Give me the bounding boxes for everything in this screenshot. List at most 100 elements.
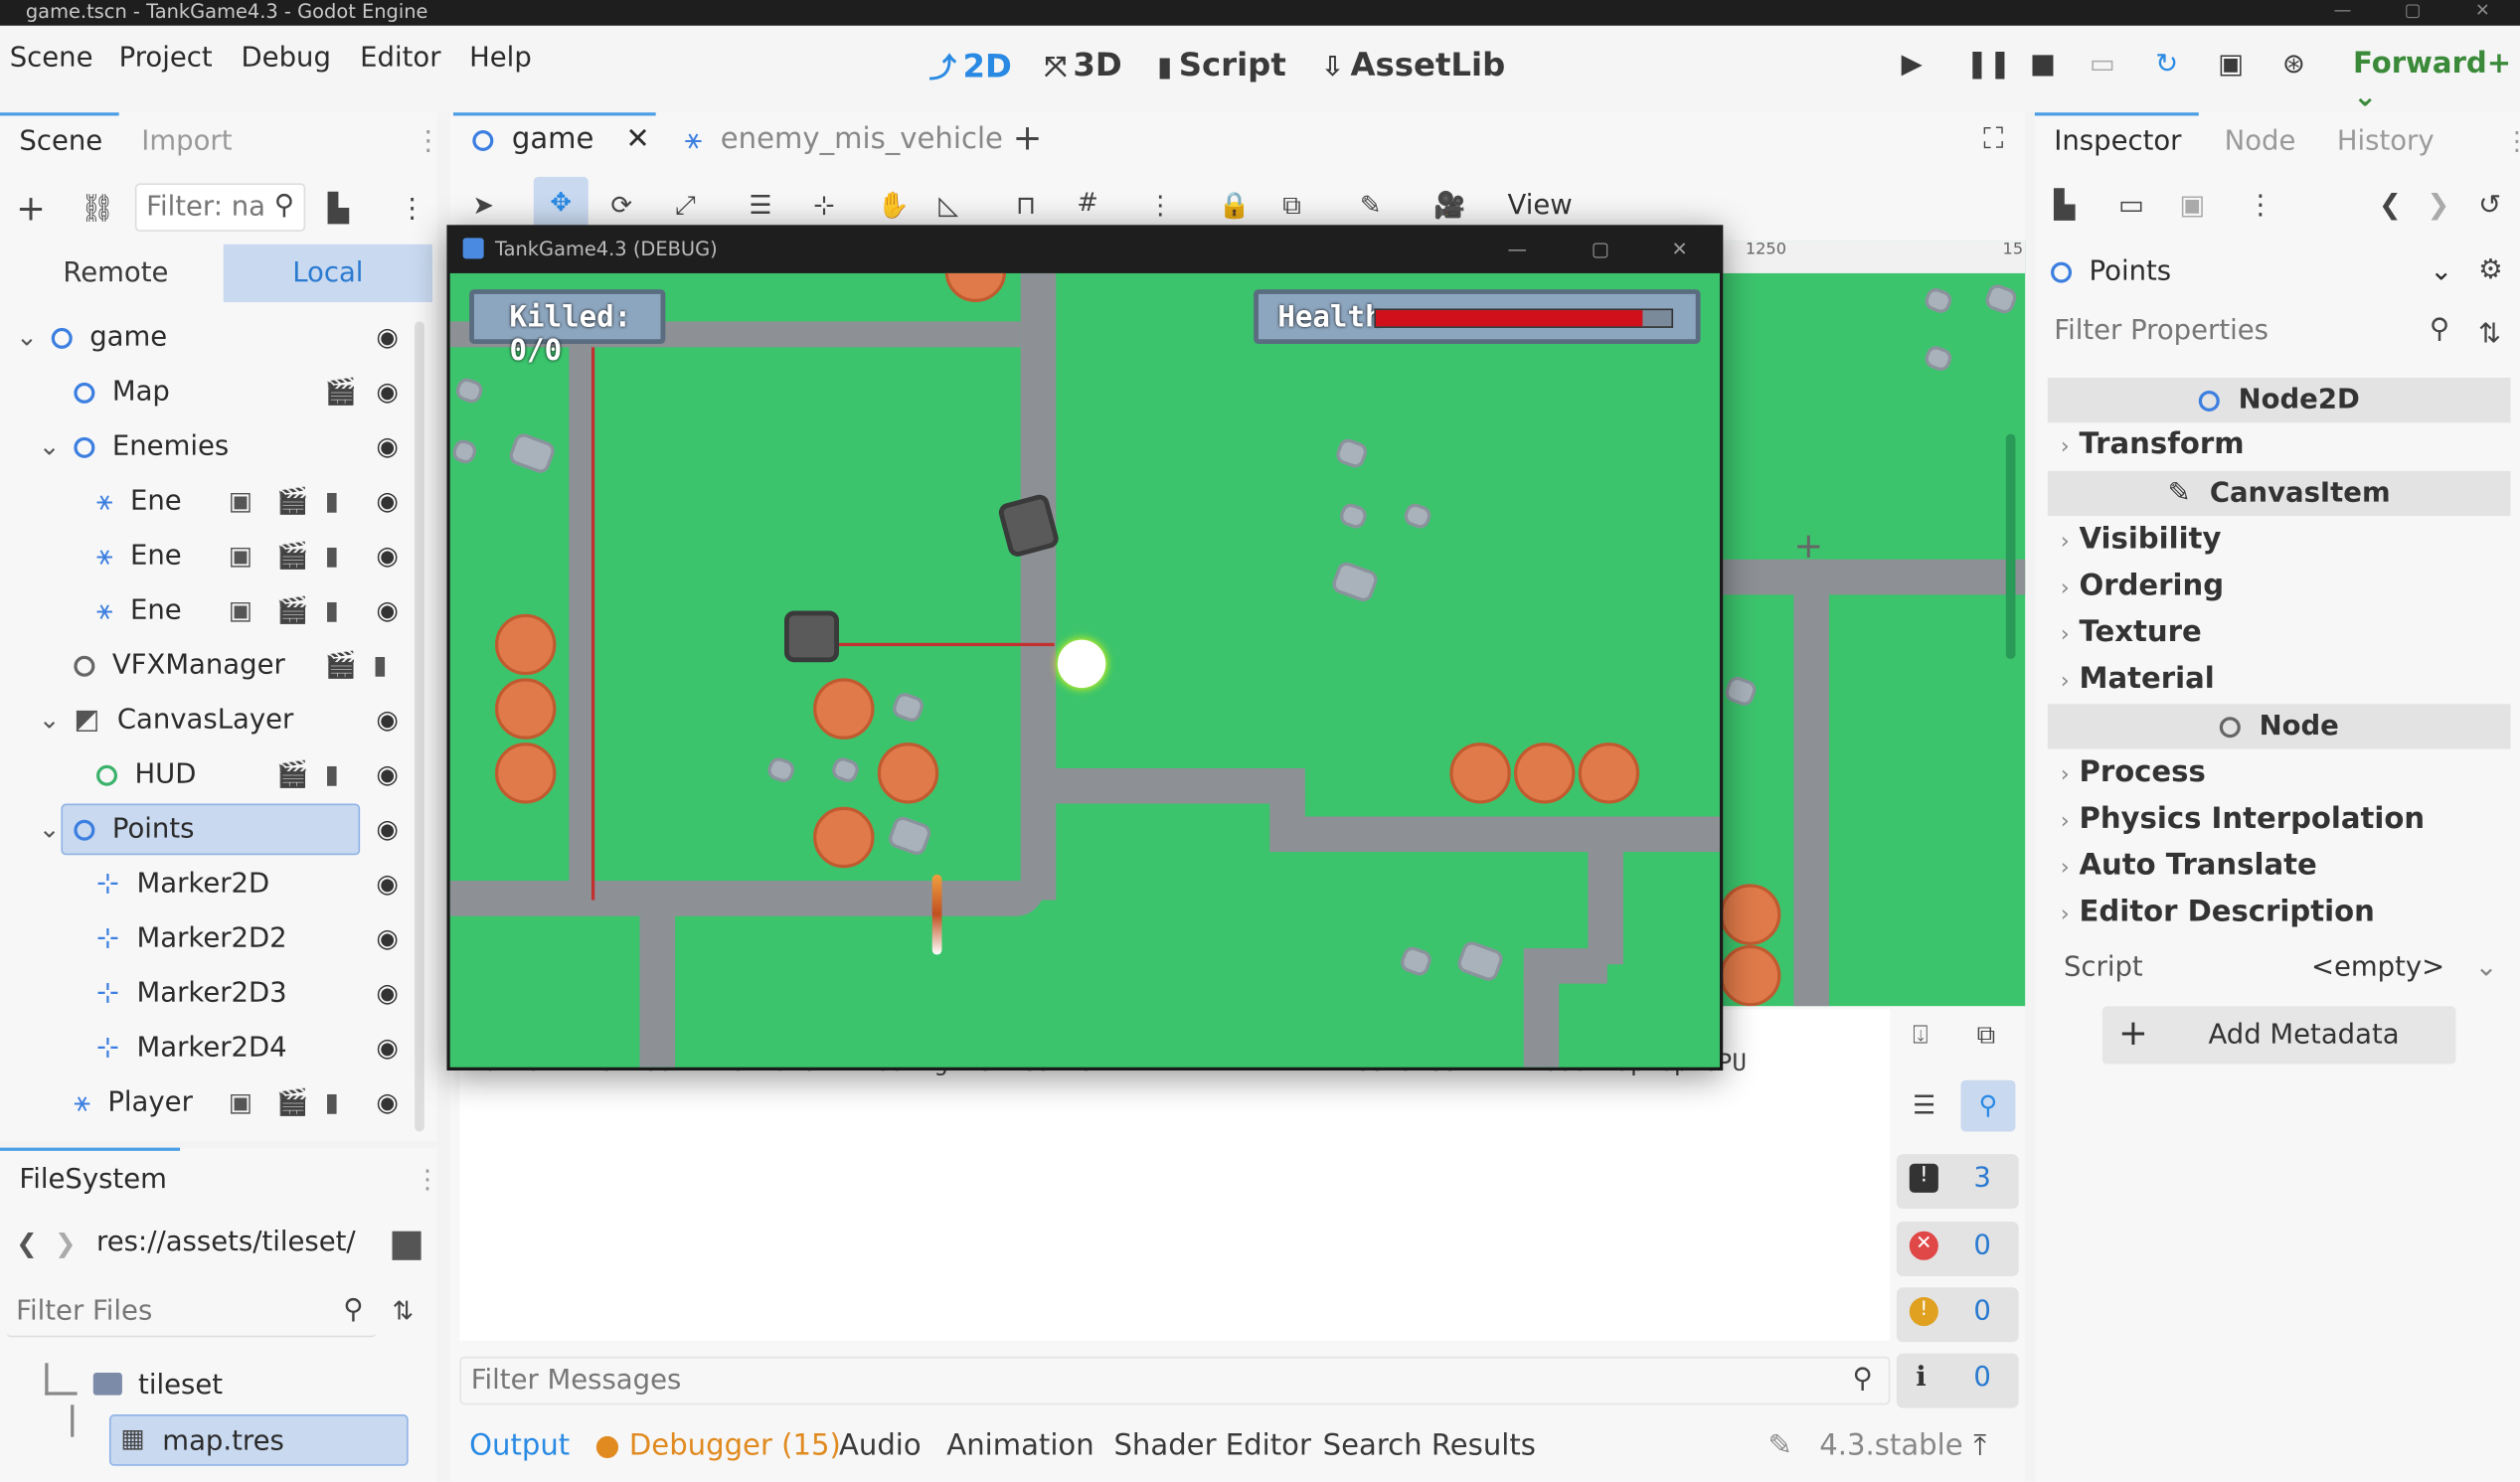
scene-menu-icon[interactable]: ⋮: [399, 193, 425, 225]
workspace-script[interactable]: ▮ Script: [1157, 45, 1286, 83]
tab-import[interactable]: Import: [141, 125, 232, 157]
grid-snap-icon[interactable]: #: [1077, 187, 1098, 218]
remote-button[interactable]: Remote: [10, 245, 222, 302]
tab-game[interactable]: game ✕: [472, 122, 650, 156]
add-metadata-button[interactable]: + Add Metadata: [2101, 1006, 2456, 1065]
warnings-filter[interactable]: ! 0: [1896, 1287, 2019, 1343]
visibility-eye-icon[interactable]: ◉: [376, 802, 399, 857]
file-map-tres[interactable]: ▦ map.tres: [108, 1414, 409, 1466]
split-view-icon[interactable]: [392, 1231, 421, 1260]
tree-scrollbar[interactable]: [415, 321, 424, 1132]
search-toggle-icon[interactable]: ⚲: [1960, 1079, 2016, 1132]
tree-node-enemies[interactable]: ⌄ Enemies ◉: [10, 419, 431, 474]
visibility-eye-icon[interactable]: ◉: [376, 966, 399, 1021]
new-tab-icon[interactable]: +: [1013, 119, 1043, 159]
resource-menu-icon[interactable]: ⋮: [2247, 190, 2273, 222]
tree-node-marker2d[interactable]: ⊹ Marker2D ◉: [10, 857, 431, 911]
workspace-assetlib[interactable]: ⇩ AssetLib: [1321, 45, 1505, 83]
open-scene-icon[interactable]: ▣: [229, 1075, 252, 1130]
tree-node-marker2d4[interactable]: ⊹ Marker2D4 ◉: [10, 1021, 431, 1075]
forward-icon[interactable]: ❯: [55, 1228, 77, 1258]
add-node-icon[interactable]: +: [16, 190, 46, 230]
filter-messages-input[interactable]: Filter Messages ⚲: [459, 1356, 1891, 1405]
scroll-lock-icon[interactable]: ⍗: [1913, 1019, 1929, 1051]
collapse-icon[interactable]: ☰: [1913, 1089, 1935, 1120]
game-viewport[interactable]: Killed: 0/0 Health: [449, 272, 1720, 1068]
clapper-icon[interactable]: 🎬: [276, 583, 308, 638]
group-icon[interactable]: ⧉: [1282, 190, 1300, 222]
tree-node-map[interactable]: Map 🎬 ◉: [10, 365, 431, 419]
tab-debugger[interactable]: ● Debugger (15): [594, 1429, 841, 1463]
messages-filter[interactable]: ! 3: [1896, 1154, 2019, 1210]
local-button[interactable]: Local: [223, 244, 432, 303]
script-icon[interactable]: ▮: [325, 474, 339, 529]
tab-node[interactable]: Node: [2225, 125, 2296, 157]
open-scene-icon[interactable]: ▣: [229, 583, 252, 638]
instance-scene-icon[interactable]: ▙: [328, 193, 349, 225]
ruler-tool-icon[interactable]: ◺: [938, 190, 958, 221]
history-icon[interactable]: ↺: [2478, 190, 2501, 222]
dock-menu-icon[interactable]: ⋮: [415, 125, 441, 157]
dock-menu-icon[interactable]: ⋮: [2504, 125, 2520, 156]
tab-history[interactable]: History: [2337, 125, 2435, 157]
prop-transform[interactable]: › Transform: [2061, 427, 2245, 461]
maximize-icon[interactable]: ▢: [1592, 225, 1609, 273]
snap-options-icon[interactable]: ⋮: [1147, 190, 1173, 221]
reload-icon[interactable]: ↻: [2155, 49, 2178, 81]
minimize-icon[interactable]: —: [2334, 0, 2352, 23]
play-icon[interactable]: ▶: [1902, 49, 1923, 81]
tab-inspector[interactable]: Inspector: [2054, 125, 2181, 157]
move-tool-icon[interactable]: ✥: [533, 176, 588, 229]
movie-maker-icon[interactable]: ▣: [2218, 49, 2244, 81]
tab-animation[interactable]: Animation: [946, 1429, 1093, 1463]
forward-icon[interactable]: ❯: [2427, 190, 2449, 222]
clapper-icon[interactable]: 🎬: [325, 365, 357, 419]
menu-debug[interactable]: Debug: [242, 42, 331, 74]
prop-process[interactable]: › Process: [2061, 755, 2206, 789]
save-icon[interactable]: ▣: [2179, 190, 2205, 222]
rotate-tool-icon[interactable]: ⟳: [610, 190, 632, 221]
renderer-selector[interactable]: Forward+ ⌄: [2353, 47, 2520, 114]
back-icon[interactable]: ❮: [2379, 190, 2402, 222]
path-field[interactable]: res://assets/tileset/: [84, 1218, 377, 1270]
smart-snap-icon[interactable]: ⊓: [1016, 190, 1036, 221]
tree-node-points[interactable]: ⌄ Points ◉: [10, 802, 431, 857]
filesystem-filter-input[interactable]: Filter Files ⚲: [6, 1288, 377, 1338]
open-scene-icon[interactable]: ▣: [229, 529, 252, 583]
menu-project[interactable]: Project: [119, 42, 213, 74]
sort-icon[interactable]: ⇅: [392, 1295, 414, 1326]
filter-properties-input[interactable]: Filter Properties ⚲: [2041, 308, 2462, 357]
close-tab-icon[interactable]: ✕: [625, 122, 649, 156]
expand-panel-icon[interactable]: ⤒: [1973, 1429, 1986, 1463]
script-icon[interactable]: ▮: [373, 638, 387, 693]
tab-shader-editor[interactable]: Shader Editor: [1113, 1429, 1310, 1463]
profiler-icon[interactable]: ⊛: [2282, 49, 2305, 81]
viewport-scrollbar[interactable]: [2005, 433, 2016, 660]
pivot-tool-icon[interactable]: ⊹: [813, 190, 835, 221]
dock-menu-icon[interactable]: ⋮: [415, 1164, 440, 1195]
clapper-icon[interactable]: 🎬: [276, 474, 308, 529]
menu-help[interactable]: Help: [469, 42, 532, 74]
visibility-eye-icon[interactable]: ◉: [376, 419, 399, 474]
object-properties-icon[interactable]: ⚙: [2478, 254, 2503, 286]
visibility-eye-icon[interactable]: ◉: [376, 529, 399, 583]
new-resource-icon[interactable]: ▙: [2054, 190, 2075, 222]
tree-node-canvaslayer[interactable]: ⌄ ◩ CanvasLayer ◉: [10, 693, 431, 747]
copy-icon[interactable]: ⧉: [1977, 1019, 1995, 1051]
folder-tileset[interactable]: tileset: [138, 1370, 223, 1401]
menu-editor[interactable]: Editor: [360, 42, 440, 74]
stop-icon[interactable]: ■: [2030, 49, 2056, 81]
pause-icon[interactable]: ❚❚: [1965, 49, 2011, 81]
clapper-icon[interactable]: 🎬: [276, 747, 308, 802]
tree-node-marker2d2[interactable]: ⊹ Marker2D2 ◉: [10, 911, 431, 966]
back-icon[interactable]: ❮: [16, 1228, 38, 1258]
errors-filter[interactable]: ✕ 0: [1896, 1221, 2019, 1276]
camera-override-icon[interactable]: 🎥: [1433, 190, 1465, 221]
tab-search-results[interactable]: Search Results: [1323, 1429, 1536, 1463]
visibility-eye-icon[interactable]: ◉: [376, 693, 399, 747]
fullscreen-icon[interactable]: ⛶: [1983, 122, 2003, 156]
list-select-icon[interactable]: ☰: [749, 190, 771, 221]
script-icon[interactable]: ▮: [325, 1075, 339, 1130]
select-tool-icon[interactable]: ➤: [472, 190, 494, 221]
visibility-eye-icon[interactable]: ◉: [376, 583, 399, 638]
